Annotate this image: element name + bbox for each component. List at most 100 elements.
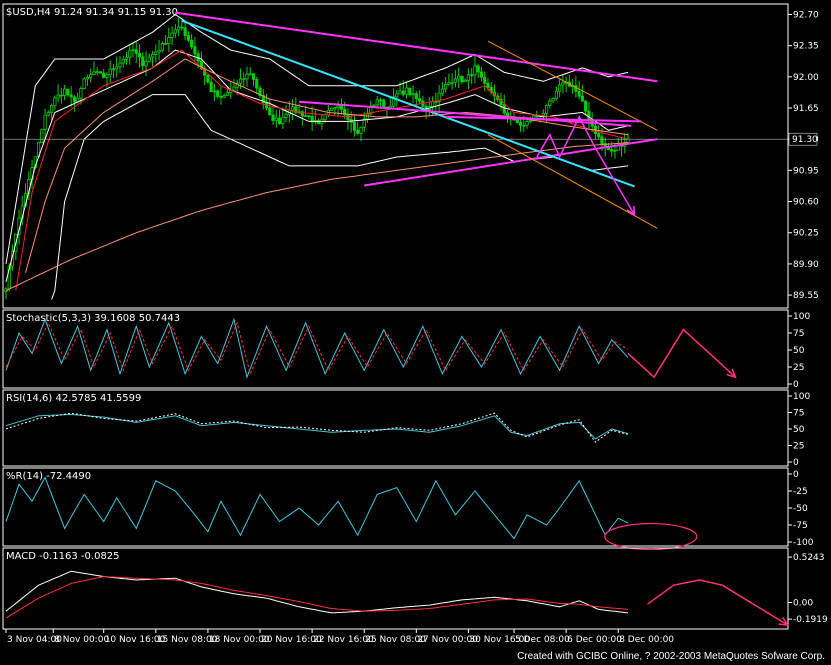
x-tick-label: 5 Dec 08:00 bbox=[515, 635, 570, 645]
candle-body bbox=[554, 90, 558, 99]
candle-body bbox=[548, 100, 552, 106]
rsi-y-tick-label: 50 bbox=[793, 425, 805, 435]
candle-body bbox=[304, 115, 308, 118]
candle-body bbox=[232, 86, 236, 91]
candle-body bbox=[56, 94, 60, 99]
candle-body bbox=[398, 90, 402, 95]
candle-body bbox=[551, 97, 555, 102]
candle-body bbox=[160, 43, 164, 51]
rsi-y-tick-label: 100 bbox=[793, 392, 810, 402]
candle-body bbox=[102, 72, 106, 78]
candle-body bbox=[137, 52, 142, 58]
candle-body bbox=[222, 94, 226, 98]
price-y-tick-label: 90.25 bbox=[793, 229, 819, 239]
current-price-label: 91.30 bbox=[792, 135, 818, 145]
candle-body bbox=[242, 78, 246, 81]
candle-body bbox=[411, 93, 415, 96]
candle-body bbox=[46, 111, 50, 116]
candle-body bbox=[401, 90, 405, 95]
price-y-tick-label: 91.65 bbox=[793, 104, 819, 114]
candle-body bbox=[268, 107, 272, 116]
candle-body bbox=[134, 49, 138, 54]
candle-body bbox=[40, 129, 44, 144]
candle-body bbox=[584, 100, 588, 112]
candle-body bbox=[525, 121, 529, 126]
candle-body bbox=[108, 68, 112, 76]
candle-body bbox=[63, 88, 67, 96]
price-y-tick-label: 90.95 bbox=[793, 166, 819, 176]
candle-body bbox=[470, 74, 474, 77]
candle-body bbox=[180, 26, 184, 29]
candle-body bbox=[281, 117, 285, 125]
candle-body bbox=[483, 76, 487, 84]
candle-body bbox=[59, 94, 63, 97]
x-tick-label: 6 Dec 00:00 bbox=[567, 635, 622, 645]
candle-body bbox=[89, 74, 93, 78]
candle-body bbox=[417, 98, 422, 102]
candle-body bbox=[271, 114, 275, 121]
candle-body bbox=[163, 43, 168, 45]
candle-body bbox=[479, 71, 484, 78]
macd-y-tick-label: 0.5243 bbox=[793, 553, 825, 563]
candle-body bbox=[219, 95, 223, 98]
candle-body bbox=[95, 71, 99, 74]
candle-body bbox=[515, 118, 519, 123]
candle-body bbox=[558, 84, 562, 92]
candle-body bbox=[190, 39, 194, 48]
candle-body bbox=[544, 105, 549, 114]
x-tick-label: 8 Dec 00:00 bbox=[619, 635, 674, 645]
price-y-tick-label: 92.70 bbox=[793, 10, 819, 20]
candle-body bbox=[92, 71, 96, 75]
candle-body bbox=[290, 106, 295, 111]
chart-window: 92.70 92.35 92.00 91.65 91.30 90.95 90.60 90.25… bbox=[0, 0, 831, 648]
price-y-tick-label: 89.55 bbox=[793, 291, 819, 301]
candle-body bbox=[339, 105, 344, 110]
candle-body bbox=[274, 117, 278, 121]
candle-body bbox=[528, 120, 532, 123]
stochastic-y-tick-label: 0 bbox=[793, 380, 799, 390]
candle-body bbox=[251, 73, 256, 80]
candle-body bbox=[610, 149, 614, 152]
candle-body bbox=[453, 78, 458, 83]
candle-body bbox=[144, 61, 148, 67]
candle-body bbox=[167, 37, 171, 44]
candle-body bbox=[378, 99, 383, 102]
macd-y-tick-label: -0.1919 bbox=[793, 615, 828, 625]
candle-body bbox=[440, 88, 444, 94]
candle-body bbox=[522, 124, 526, 127]
candle-body bbox=[597, 133, 601, 138]
candle-body bbox=[118, 62, 122, 68]
candle-body bbox=[173, 29, 177, 34]
candle-body bbox=[473, 65, 477, 76]
candle-body bbox=[170, 32, 174, 38]
candle-body bbox=[613, 149, 617, 152]
stochastic-title: Stochastic(5,3,3) 39.1608 50.7443 bbox=[6, 313, 180, 324]
candle-body bbox=[53, 97, 57, 107]
candle-body bbox=[333, 107, 337, 110]
candle-body bbox=[69, 94, 73, 98]
price-y-tick-label: 92.35 bbox=[793, 42, 819, 52]
candle-body bbox=[587, 110, 591, 121]
candle-body bbox=[561, 82, 565, 86]
candle-body bbox=[518, 122, 523, 126]
candle-body bbox=[395, 93, 399, 98]
candle-body bbox=[206, 74, 210, 83]
williams-r-y-tick-label: -50 bbox=[793, 504, 808, 514]
price-y-tick-label: 92.00 bbox=[793, 73, 819, 83]
candle-body bbox=[356, 129, 360, 134]
candle-body bbox=[434, 101, 438, 103]
candle-body bbox=[577, 90, 581, 97]
candle-body bbox=[336, 105, 340, 109]
rsi-y-tick-label: 25 bbox=[793, 442, 804, 452]
candle-body bbox=[105, 74, 109, 78]
candle-body bbox=[277, 117, 282, 125]
candle-body bbox=[141, 56, 145, 67]
candle-body bbox=[248, 73, 252, 76]
candle-body bbox=[323, 114, 327, 120]
rsi-y-tick-label: 0 bbox=[793, 458, 799, 468]
candle-body bbox=[238, 78, 243, 84]
candle-body bbox=[460, 75, 464, 83]
candle-body bbox=[98, 71, 103, 74]
williams-r-y-tick-label: -100 bbox=[793, 538, 814, 548]
candle-body bbox=[431, 101, 435, 107]
